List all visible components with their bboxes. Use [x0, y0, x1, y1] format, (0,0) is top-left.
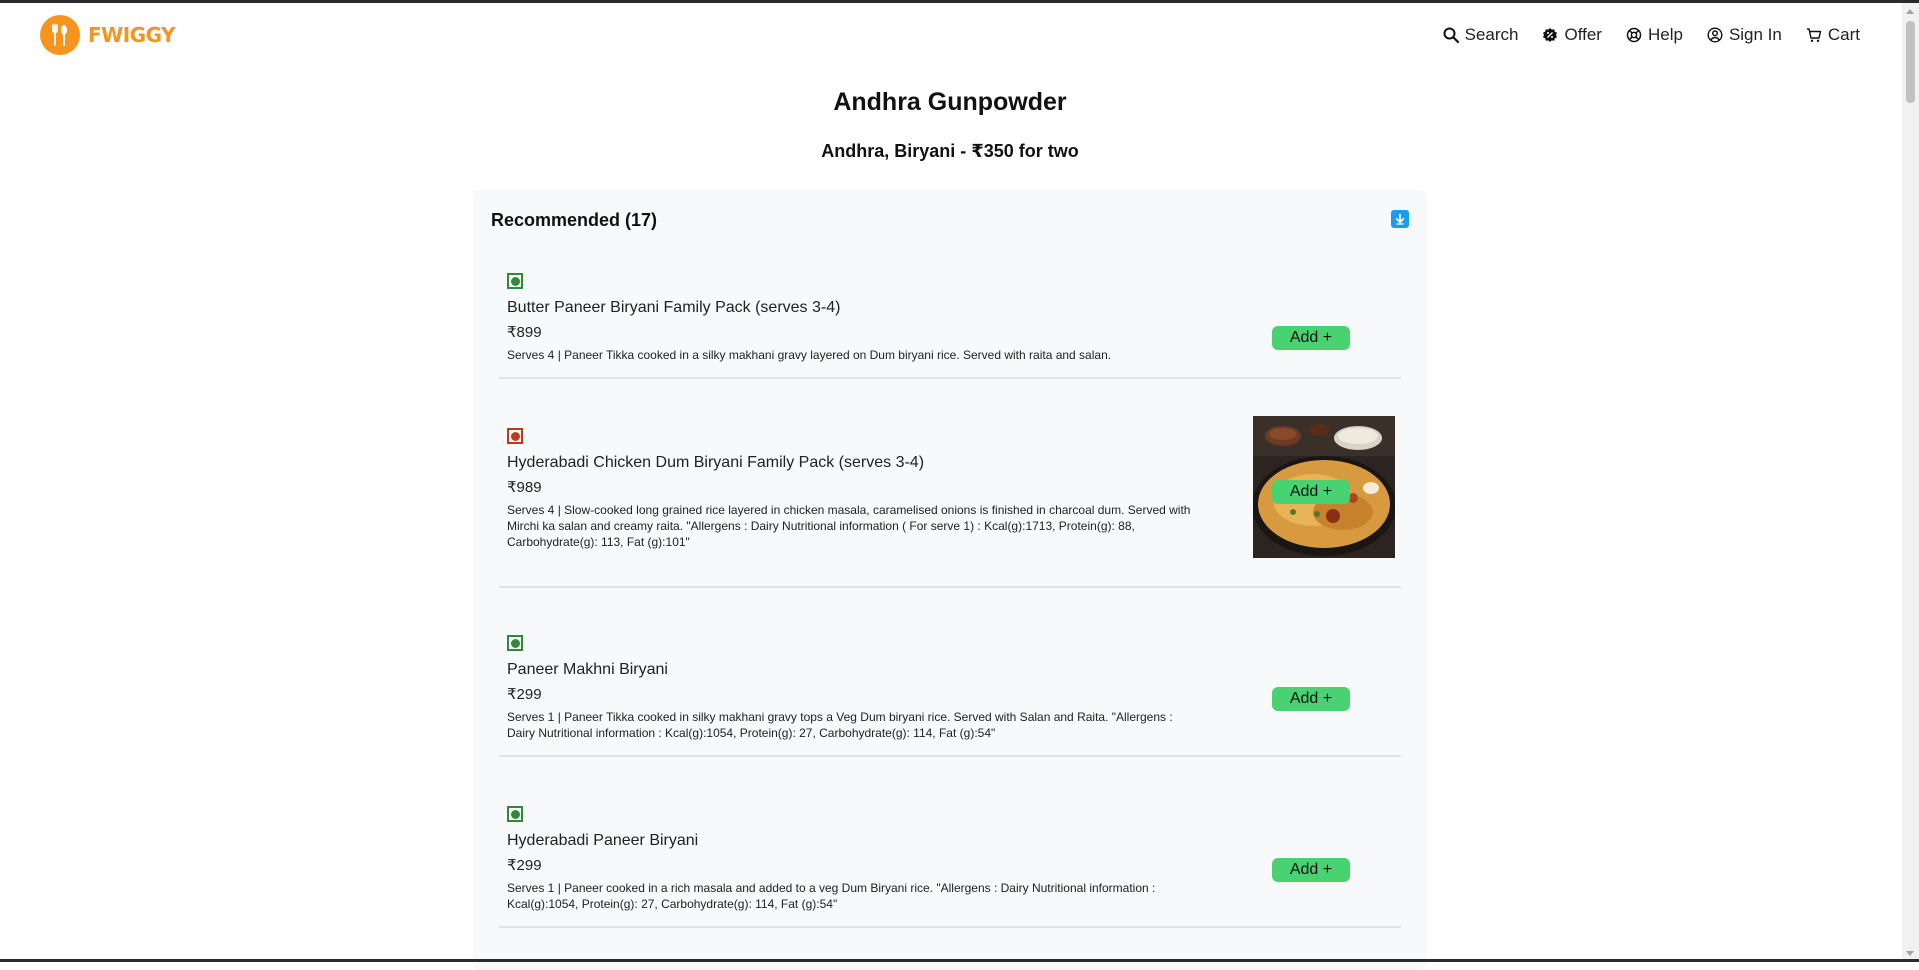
brand-name: FWIGGY: [88, 23, 175, 47]
nav-offer[interactable]: Offer: [1542, 25, 1601, 45]
item-name: Butter Paneer Biryani Family Pack (serve…: [507, 299, 1197, 317]
item-name: Paneer Makhni Biryani: [507, 661, 1197, 679]
collapse-toggle-button[interactable]: [1391, 210, 1409, 228]
main-nav: Search Offer Help Sign In Cart: [1443, 25, 1860, 45]
nav-help[interactable]: Help: [1626, 25, 1683, 45]
section-header[interactable]: Recommended (17): [491, 210, 1409, 234]
item-description: Serves 1 | Paneer cooked in a rich masal…: [507, 880, 1197, 912]
item-price: ₹299: [507, 856, 1197, 874]
search-icon: [1443, 27, 1459, 43]
nav-sign-in-label: Sign In: [1729, 25, 1782, 45]
item-description: Serves 4 | Paneer Tikka cooked in a silk…: [507, 347, 1197, 363]
lifebuoy-icon: [1626, 27, 1642, 43]
vertical-scrollbar[interactable]: [1902, 3, 1919, 962]
restaurant-title: Andhra Gunpowder: [0, 88, 1900, 117]
brand-logo[interactable]: FWIGGY: [40, 15, 175, 55]
nav-search[interactable]: Search: [1443, 25, 1519, 45]
item-description: Serves 1 | Paneer Tikka cooked in silky …: [507, 709, 1197, 741]
user-circle-icon: [1707, 27, 1723, 43]
add-to-cart-button[interactable]: Add +: [1272, 687, 1350, 711]
item-name: Hyderabadi Paneer Biryani: [507, 832, 1197, 850]
item-price: ₹299: [507, 685, 1197, 703]
add-to-cart-button[interactable]: Add +: [1272, 480, 1350, 504]
arrow-down-icon: [1394, 213, 1406, 225]
non-veg-indicator-icon: [507, 428, 523, 444]
scroll-up-arrow-icon[interactable]: [1906, 9, 1914, 14]
nav-offer-label: Offer: [1564, 25, 1601, 45]
top-header: FWIGGY Search Offer Help Sign In Cart: [0, 3, 1900, 67]
add-to-cart-button[interactable]: Add +: [1272, 326, 1350, 350]
item-price: ₹989: [507, 478, 1197, 496]
veg-indicator-icon: [507, 635, 523, 651]
menu-item: Paneer Makhni Biryani ₹299 Serves 1 | Pa…: [499, 635, 1401, 757]
add-to-cart-button[interactable]: Add +: [1272, 858, 1350, 882]
nav-help-label: Help: [1648, 25, 1683, 45]
scroll-down-arrow-icon[interactable]: [1906, 951, 1914, 956]
cart-icon: [1806, 27, 1822, 43]
menu-section-panel: Recommended (17) Butter Paneer Biryani F…: [473, 190, 1427, 970]
item-name: Hyderabadi Chicken Dum Biryani Family Pa…: [507, 454, 1197, 472]
fork-spoon-icon: [40, 15, 80, 55]
veg-indicator-icon: [507, 273, 523, 289]
item-description: Serves 4 | Slow-cooked long grained rice…: [507, 502, 1197, 550]
restaurant-meta: Andhra, Biryani - ₹350 for two: [0, 141, 1900, 162]
nav-sign-in[interactable]: Sign In: [1707, 25, 1782, 45]
veg-indicator-icon: [507, 806, 523, 822]
discount-badge-icon: [1542, 27, 1558, 43]
menu-item: Hyderabadi Chicken Dum Biryani Family Pa…: [499, 428, 1401, 588]
scrollbar-thumb[interactable]: [1906, 21, 1915, 103]
item-price: ₹899: [507, 323, 1197, 341]
nav-cart[interactable]: Cart: [1806, 25, 1860, 45]
menu-item: Hyderabadi Paneer Biryani ₹299 Serves 1 …: [499, 806, 1401, 928]
menu-item: Butter Paneer Biryani Family Pack (serve…: [499, 273, 1401, 379]
nav-cart-label: Cart: [1828, 25, 1860, 45]
nav-search-label: Search: [1465, 25, 1519, 45]
section-title: Recommended (17): [491, 210, 657, 230]
